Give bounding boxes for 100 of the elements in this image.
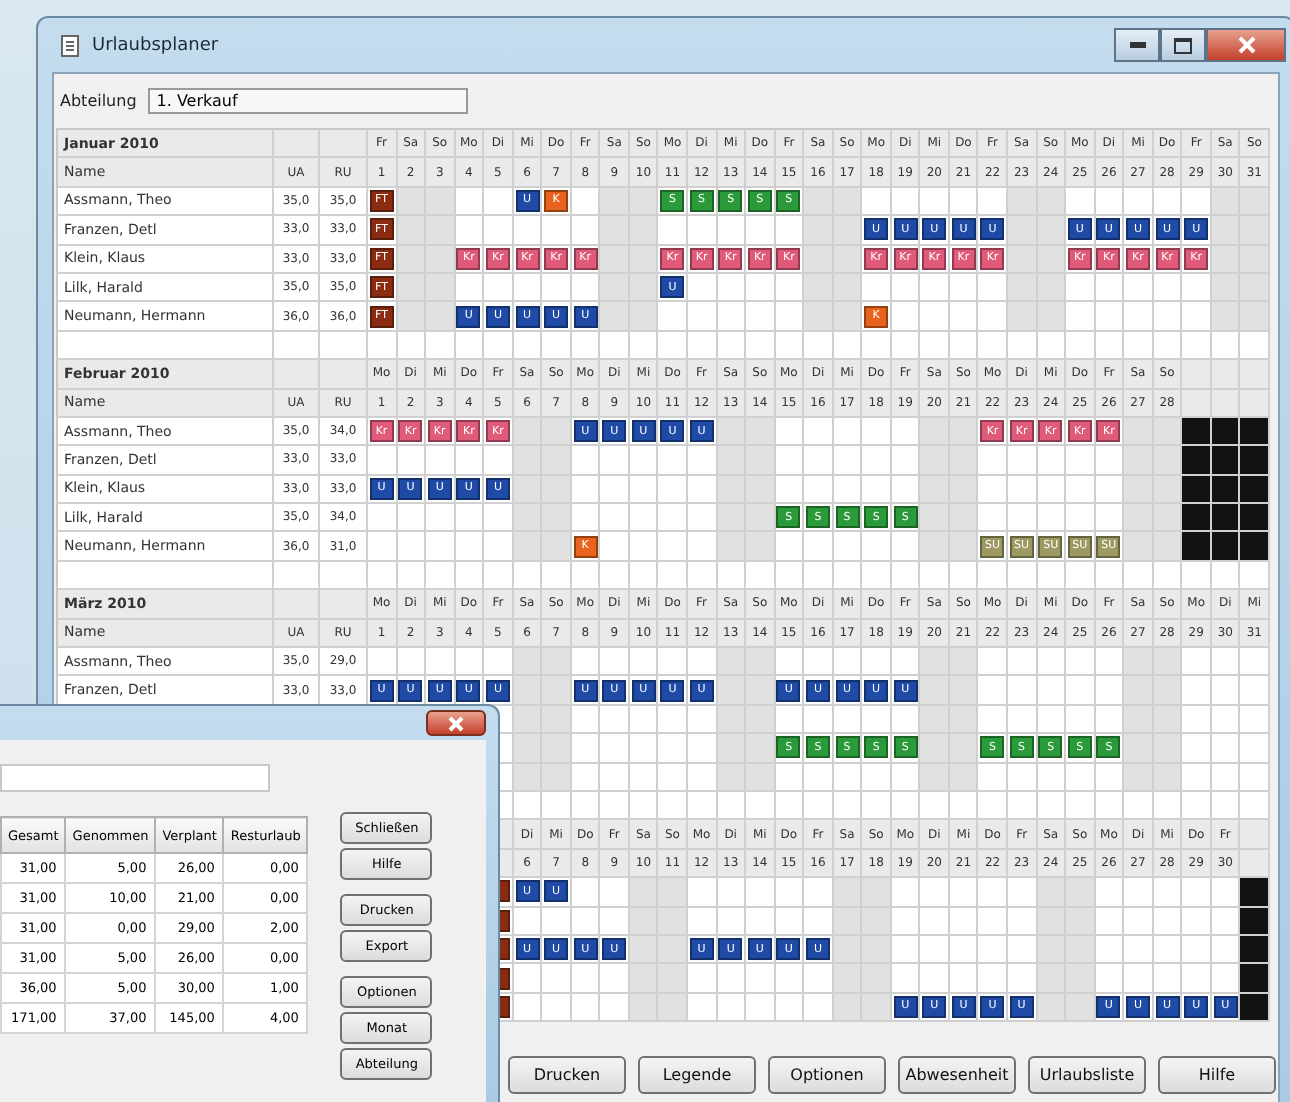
weekend-cell (746, 417, 776, 447)
weekend-cell (629, 964, 659, 994)
weekend-cell (920, 532, 950, 562)
blocked-cell (1211, 504, 1241, 533)
weekend-cell (1240, 187, 1270, 217)
weekend-cell (1066, 935, 1096, 965)
minimize-icon (1129, 42, 1145, 48)
weekend-cell (833, 878, 863, 908)
footer-button[interactable]: Abwesenheit (898, 1056, 1016, 1094)
weekend-cell (949, 446, 979, 476)
weekend-cell (920, 446, 950, 476)
weekend-cell (1153, 446, 1183, 476)
weekend-cell (426, 273, 456, 303)
weekend-cell (542, 504, 572, 533)
weekend-cell (1066, 964, 1096, 994)
weekend-cell (1124, 475, 1154, 505)
blocked-cell (1182, 504, 1212, 533)
weekend-cell (1008, 302, 1038, 332)
header-cell (320, 590, 368, 620)
close-button[interactable] (1206, 28, 1286, 62)
weekend-cell (717, 648, 747, 677)
weekend-cell (717, 446, 747, 476)
weekend-cell (1153, 504, 1183, 533)
weekend-cell (1153, 648, 1183, 677)
footer-button[interactable]: Legende (638, 1056, 756, 1094)
close-button[interactable] (426, 710, 486, 736)
weekend-cell (746, 446, 776, 476)
weekend-cell (426, 187, 456, 217)
weekend-cell (513, 532, 543, 562)
weekend-cell (658, 964, 689, 994)
blocked-cell (1182, 417, 1212, 447)
blocked-cell (1240, 475, 1270, 505)
app-icon (60, 33, 80, 57)
weekend-cell (920, 475, 950, 505)
weekend-cell (804, 302, 834, 332)
department-field[interactable]: 1. Verkauf (148, 87, 469, 113)
header-cell (1182, 360, 1212, 390)
weekend-cell (1240, 216, 1270, 246)
weekend-cell (542, 734, 572, 764)
header-cell (1182, 389, 1212, 418)
weekend-cell (1153, 734, 1183, 764)
weekend-cell (629, 878, 659, 908)
weekend-cell (542, 475, 572, 505)
header-cell (1240, 389, 1270, 418)
weekend-cell (1153, 676, 1183, 706)
weekend-cell (542, 648, 572, 677)
weekend-cell (920, 417, 950, 447)
weekend-cell (513, 504, 543, 533)
weekend-cell (1240, 273, 1270, 303)
weekend-cell (1008, 187, 1038, 217)
footer-button[interactable]: Optionen (768, 1056, 886, 1094)
footer-button[interactable]: Urlaubsliste (1028, 1056, 1146, 1094)
weekend-cell (542, 705, 572, 735)
window-title: Urlaubsplaner (92, 35, 219, 55)
weekend-cell (1037, 878, 1067, 908)
weekend-cell (746, 705, 776, 735)
weekend-cell (746, 763, 776, 792)
weekend-cell (920, 763, 950, 792)
weekend-cell (949, 676, 979, 706)
weekend-cell (862, 964, 892, 994)
weekend-cell (1037, 964, 1067, 994)
footer-button[interactable]: Drucken (508, 1056, 626, 1094)
weekend-cell (746, 532, 776, 562)
maximize-icon (1174, 37, 1192, 53)
weekend-cell (1124, 504, 1154, 533)
weekend-cell (804, 273, 834, 303)
weekend-cell (542, 763, 572, 792)
blocked-cell (1211, 532, 1241, 562)
blocked-cell (1240, 446, 1270, 476)
maximize-button[interactable] (1160, 28, 1206, 62)
weekend-cell (862, 907, 892, 936)
blocked-cell (1182, 475, 1212, 505)
close-icon (1237, 36, 1255, 54)
weekend-cell (862, 878, 892, 908)
weekend-cell (949, 504, 979, 533)
header-cell (1211, 360, 1241, 390)
weekend-cell (1124, 705, 1154, 735)
weekend-cell (542, 446, 572, 476)
weekend-cell (746, 475, 776, 505)
weekend-cell (1037, 302, 1067, 332)
input-field[interactable] (0, 764, 270, 792)
department-label: Abteilung (60, 91, 137, 109)
blocked-cell (1182, 532, 1212, 562)
weekend-cell (1066, 878, 1096, 908)
header-cell (320, 360, 368, 390)
weekend-cell (658, 907, 689, 936)
weekend-cell (920, 648, 950, 677)
weekend-cell (1211, 302, 1241, 332)
header-cell (1240, 849, 1270, 879)
footer-button[interactable]: Hilfe (1158, 1056, 1276, 1094)
weekend-cell (513, 648, 543, 677)
weekend-cell (1066, 907, 1096, 936)
weekend-cell (949, 648, 979, 677)
weekend-cell (513, 734, 543, 764)
blocked-cell (1211, 446, 1241, 476)
weekend-cell (513, 446, 543, 476)
minimize-button[interactable] (1114, 28, 1160, 62)
weekend-cell (833, 964, 863, 994)
weekend-cell (862, 935, 892, 965)
weekend-cell (1008, 273, 1038, 303)
